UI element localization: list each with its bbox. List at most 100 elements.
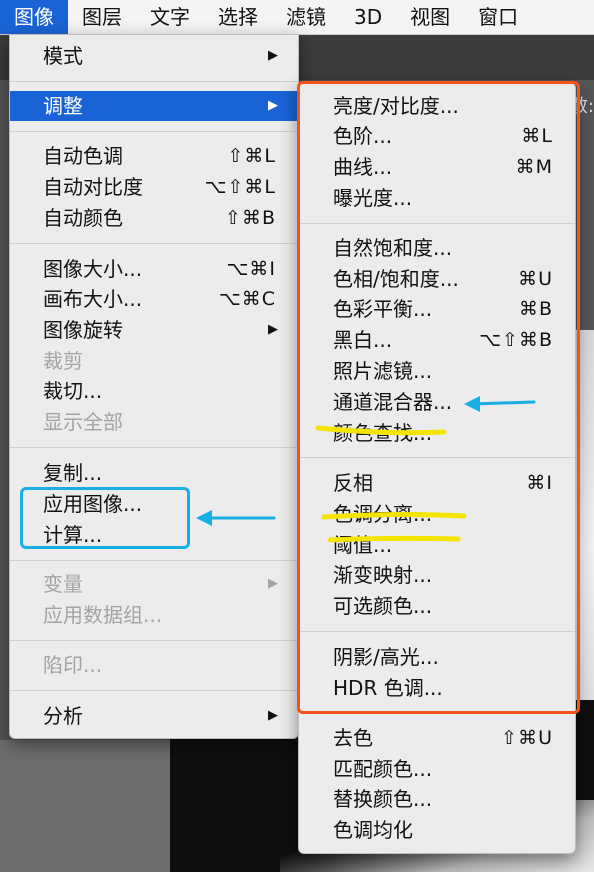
menu-item-equalize[interactable]: 色调均化	[299, 815, 575, 845]
menu-item-label: 色调均化	[333, 818, 413, 842]
menu-item-shortcut: ⌥⇧⌘L	[204, 176, 276, 198]
image-menu: 模式 ▶ 调整 ▶ 自动色调 ⇧⌘L 自动对比度 ⌥⇧⌘L 自动颜色 ⇧⌘B 图…	[9, 34, 299, 739]
menu-item-label: 变量	[43, 572, 83, 596]
menubar-item-select[interactable]: 选择	[204, 0, 272, 34]
menu-item-photo-filter[interactable]: 照片滤镜...	[299, 356, 575, 386]
menu-item-color-lookup[interactable]: 颜色查找...	[299, 418, 575, 448]
menubar-item-image[interactable]: 图像	[0, 0, 68, 34]
menu-separator	[10, 640, 298, 641]
menu-item-label: 自动对比度	[43, 175, 143, 199]
menu-item-selective-color[interactable]: 可选颜色...	[299, 591, 575, 621]
menu-item-label: HDR 色调...	[333, 676, 443, 700]
menu-item-label: 黑白...	[333, 328, 393, 352]
menu-item-label: 计算...	[43, 523, 103, 547]
menu-item-match-color[interactable]: 匹配颜色...	[299, 754, 575, 784]
menu-item-hdr-toning[interactable]: HDR 色调...	[299, 673, 575, 703]
menubar-item-3d[interactable]: 3D	[340, 0, 396, 34]
menu-separator	[10, 447, 298, 448]
menu-separator	[299, 223, 575, 224]
menu-item-desaturate[interactable]: 去色 ⇧⌘U	[299, 723, 575, 753]
menu-item-label: 阴影/高光...	[333, 645, 439, 669]
menu-item-apply-image[interactable]: 应用图像...	[10, 489, 298, 519]
submenu-arrow-icon: ▶	[268, 48, 278, 63]
menu-item-black-white[interactable]: 黑白... ⌥⇧⌘B	[299, 325, 575, 355]
menu-item-shortcut: ⌥⇧⌘B	[479, 329, 553, 351]
menu-item-label: 自动颜色	[43, 206, 123, 230]
menu-item-label: 自然饱和度...	[333, 236, 453, 260]
menubar-item-layer[interactable]: 图层	[68, 0, 136, 34]
menu-item-label: 陷印...	[43, 653, 103, 677]
menu-item-auto-contrast[interactable]: 自动对比度 ⌥⇧⌘L	[10, 172, 298, 202]
menu-item-brightness-contrast[interactable]: 亮度/对比度...	[299, 91, 575, 121]
menu-item-levels[interactable]: 色阶... ⌘L	[299, 121, 575, 151]
menu-item-vibrance[interactable]: 自然饱和度...	[299, 233, 575, 263]
submenu-arrow-icon: ▶	[268, 708, 278, 723]
menu-item-gradient-map[interactable]: 渐变映射...	[299, 560, 575, 590]
menu-item-shortcut: ⇧⌘B	[225, 207, 276, 229]
menu-item-label: 画布大小...	[43, 287, 143, 311]
menu-item-exposure[interactable]: 曝光度...	[299, 183, 575, 213]
menubar-item-window[interactable]: 窗口	[464, 0, 532, 34]
menu-separator	[10, 690, 298, 691]
menu-item-shortcut: ⌘M	[515, 156, 553, 178]
menu-item-variables: 变量 ▶	[10, 569, 298, 599]
menu-item-invert[interactable]: 反相 ⌘I	[299, 468, 575, 498]
menu-item-mode[interactable]: 模式 ▶	[10, 41, 298, 71]
menu-separator	[299, 712, 575, 713]
menu-item-label: 分析	[43, 704, 83, 728]
menu-item-analysis[interactable]: 分析 ▶	[10, 701, 298, 731]
menu-item-shortcut: ⌥⌘C	[218, 288, 276, 310]
menu-item-hue-saturation[interactable]: 色相/饱和度... ⌘U	[299, 264, 575, 294]
menu-item-duplicate[interactable]: 复制...	[10, 458, 298, 488]
menu-item-label: 调整	[43, 94, 83, 118]
menu-item-replace-color[interactable]: 替换颜色...	[299, 784, 575, 814]
menu-item-channel-mixer[interactable]: 通道混合器...	[299, 387, 575, 417]
menu-item-calculations[interactable]: 计算...	[10, 520, 298, 550]
menu-separator	[10, 81, 298, 82]
menu-item-label: 图像大小...	[43, 257, 143, 281]
menu-item-label: 阈值...	[333, 533, 393, 557]
menu-item-threshold[interactable]: 阈值...	[299, 530, 575, 560]
menu-item-adjustments[interactable]: 调整 ▶	[10, 91, 298, 121]
menu-item-color-balance[interactable]: 色彩平衡... ⌘B	[299, 294, 575, 324]
menu-item-label: 替换颜色...	[333, 787, 433, 811]
menu-item-trap: 陷印...	[10, 650, 298, 680]
menu-separator	[10, 131, 298, 132]
menu-separator	[10, 560, 298, 561]
menu-item-label: 渐变映射...	[333, 563, 433, 587]
menubar-item-type[interactable]: 文字	[136, 0, 204, 34]
menu-item-shortcut: ⇧⌘L	[227, 145, 276, 167]
menu-separator	[10, 243, 298, 244]
menu-item-label: 亮度/对比度...	[333, 94, 459, 118]
menu-separator	[299, 631, 575, 632]
menu-item-image-rotation[interactable]: 图像旋转 ▶	[10, 315, 298, 345]
menu-item-label: 显示全部	[43, 410, 123, 434]
menu-item-posterize[interactable]: 色调分离...	[299, 499, 575, 529]
menu-item-label: 去色	[333, 726, 373, 750]
menu-item-label: 曲线...	[333, 155, 393, 179]
submenu-arrow-icon: ▶	[268, 322, 278, 337]
menu-item-curves[interactable]: 曲线... ⌘M	[299, 152, 575, 182]
menu-item-trim[interactable]: 裁切...	[10, 376, 298, 406]
menu-item-label: 颜色查找...	[333, 421, 433, 445]
menu-item-auto-tone[interactable]: 自动色调 ⇧⌘L	[10, 141, 298, 171]
menu-item-label: 曝光度...	[333, 186, 413, 210]
menu-item-image-size[interactable]: 图像大小... ⌥⌘I	[10, 254, 298, 284]
submenu-arrow-icon: ▶	[268, 576, 278, 591]
menubar-item-filter[interactable]: 滤镜	[272, 0, 340, 34]
menu-item-shortcut: ⌥⌘I	[226, 258, 276, 280]
menu-item-label: 匹配颜色...	[333, 757, 433, 781]
menu-item-shortcut: ⌘U	[518, 268, 553, 290]
menu-item-label: 通道混合器...	[333, 390, 453, 414]
menubar-item-view[interactable]: 视图	[396, 0, 464, 34]
menu-item-auto-color[interactable]: 自动颜色 ⇧⌘B	[10, 203, 298, 233]
canvas-grey-area	[0, 740, 170, 872]
menu-item-canvas-size[interactable]: 画布大小... ⌥⌘C	[10, 284, 298, 314]
menu-item-shortcut: ⌘I	[526, 472, 553, 494]
menu-item-label: 模式	[43, 44, 83, 68]
menu-item-label: 自动色调	[43, 144, 123, 168]
menu-item-shadows-highlights[interactable]: 阴影/高光...	[299, 642, 575, 672]
menu-item-shortcut: ⌘B	[518, 298, 553, 320]
adjustments-submenu: 亮度/对比度... 色阶... ⌘L 曲线... ⌘M 曝光度... 自然饱和度…	[298, 82, 576, 854]
menu-item-label: 应用数据组...	[43, 603, 163, 627]
